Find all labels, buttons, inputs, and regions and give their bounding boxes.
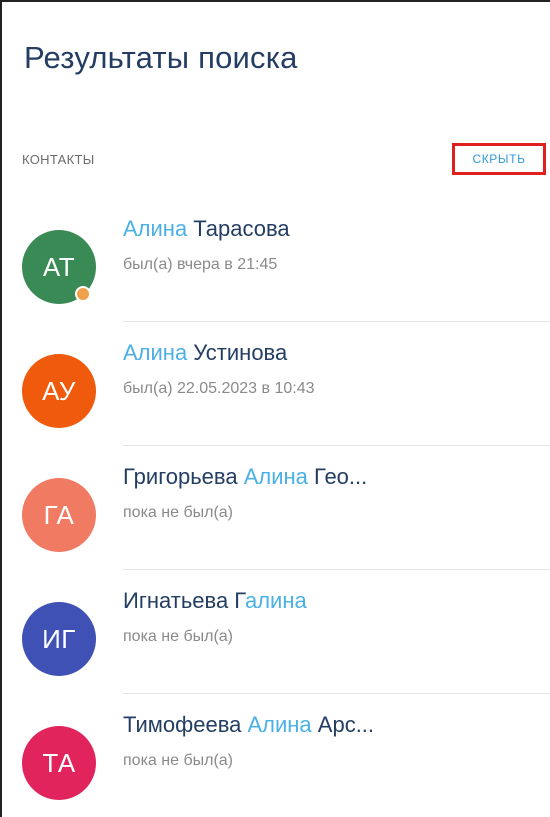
name-text: Устинова [187,340,288,365]
contact-name: Игнатьева Галина [123,588,307,614]
last-seen-status: пока не был(а) [123,752,233,769]
name-match-highlight: алина [244,588,307,613]
name-text: Тарасова [187,216,290,241]
contact-item[interactable]: АУ Алина Устинова был(а) 22.05.2023 в 10:4… [2,322,550,446]
contact-item[interactable]: ГА Григорьева Алина Гео... пока не был(а) [2,446,550,570]
contact-name: Тимофеева Алина Арс... [123,712,374,738]
avatar: ТА [22,726,96,800]
last-seen-status: был(а) 22.05.2023 в 10:43 [123,380,315,397]
name-match-highlight: Алина [123,340,188,365]
last-seen-status: пока не был(а) [123,628,233,645]
search-results-panel: Результаты поиска КОНТАКТЫ СКРЫТЬ АТ Алин… [0,0,550,817]
contact-item[interactable]: ТА Тимофеева Алина Арс... пока не был(а) [2,694,550,817]
name-match-highlight: Алина [243,464,308,489]
contacts-section-label: КОНТАКТЫ [22,152,95,167]
name-text: Григорьева [123,464,244,489]
page-title: Результаты поиска [24,40,298,75]
contact-item[interactable]: ИГ Игнатьева Галина пока не был(а) [2,570,550,694]
avatar: ГА [22,478,96,552]
name-text: Игнатьева Г [123,588,245,613]
online-status-dot [75,286,91,302]
name-text: Гео... [307,464,368,489]
last-seen-status: был(а) вчера в 21:45 [123,256,278,273]
avatar: ИГ [22,602,96,676]
contact-name: Алина Устинова [123,340,287,366]
name-text: Арс... [311,712,375,737]
contacts-list: АТ Алина Тарасова был(а) вчера в 21:45 АУ А… [2,198,550,817]
name-match-highlight: Алина [247,712,312,737]
contact-item[interactable]: АТ Алина Тарасова был(а) вчера в 21:45 [2,198,550,322]
avatar: АУ [22,354,96,428]
contact-name: Григорьева Алина Гео... [123,464,367,490]
hide-contacts-button[interactable]: СКРЫТЬ [452,143,546,175]
name-match-highlight: Алина [123,216,188,241]
last-seen-status: пока не был(а) [123,504,233,521]
contact-name: Алина Тарасова [123,216,290,242]
name-text: Тимофеева [123,712,248,737]
